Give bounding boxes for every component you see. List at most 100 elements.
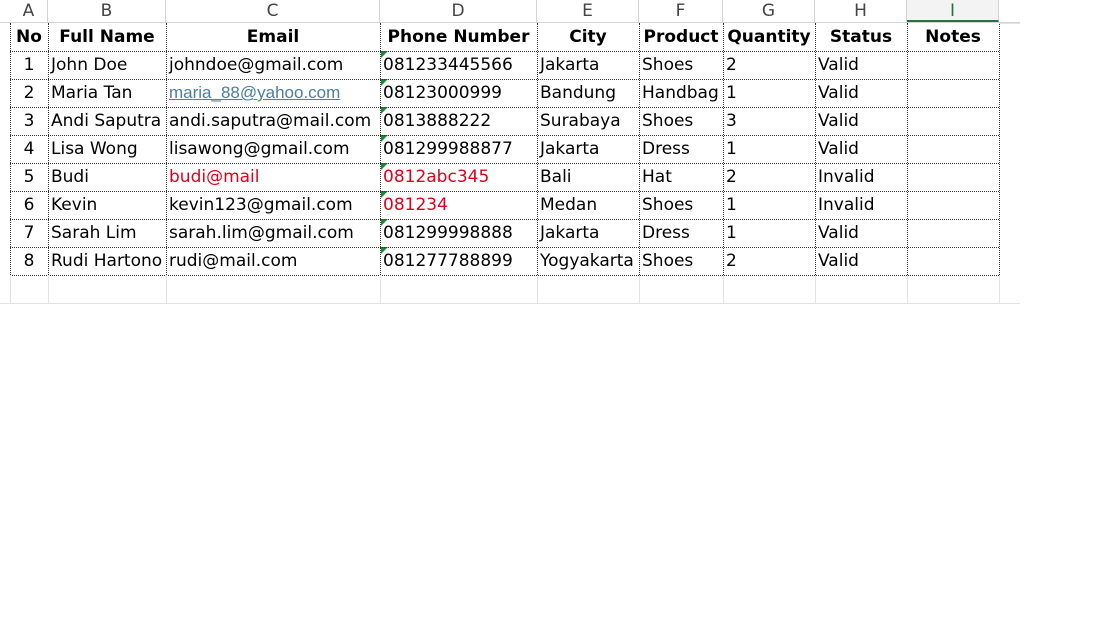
cell-notes[interactable] — [907, 51, 999, 79]
cell-status[interactable]: Valid — [815, 219, 907, 247]
cell-no[interactable]: 5 — [10, 163, 48, 191]
cell-no[interactable]: 6 — [10, 191, 48, 219]
cell-phone[interactable]: 08123000999 — [380, 79, 537, 107]
cell-no[interactable]: 1 — [10, 51, 48, 79]
cell-notes[interactable] — [907, 107, 999, 135]
header-cell-email[interactable]: Email — [166, 23, 380, 51]
cell-qty[interactable]: 1 — [723, 191, 815, 219]
cell-name[interactable]: Lisa Wong — [48, 135, 166, 163]
cell-border-horizontal — [10, 51, 999, 52]
column-header-b[interactable]: B — [48, 0, 166, 22]
cell-no[interactable]: 4 — [10, 135, 48, 163]
cell-email[interactable]: sarah.lim@gmail.com — [166, 219, 380, 247]
cell-name[interactable]: Sarah Lim — [48, 219, 166, 247]
cell-status[interactable]: Valid — [815, 79, 907, 107]
cell-email[interactable]: budi@mail — [166, 163, 380, 191]
cell-city[interactable]: Bandung — [537, 79, 639, 107]
header-cell-no[interactable]: No — [10, 23, 48, 51]
cell-no[interactable]: 8 — [10, 247, 48, 275]
cell-no[interactable]: 7 — [10, 219, 48, 247]
cell-qty[interactable]: 3 — [723, 107, 815, 135]
cell-product[interactable]: Handbag — [639, 79, 723, 107]
cell-city[interactable]: Yogyakarta — [537, 247, 639, 275]
column-header-d[interactable]: D — [380, 0, 537, 22]
cell-city[interactable]: Jakarta — [537, 135, 639, 163]
cell-product[interactable]: Shoes — [639, 107, 723, 135]
cell-product[interactable]: Shoes — [639, 51, 723, 79]
cell-phone[interactable]: 081299998888 — [380, 219, 537, 247]
cell-city[interactable]: Jakarta — [537, 219, 639, 247]
cell-status[interactable]: Invalid — [815, 163, 907, 191]
cell-status[interactable]: Invalid — [815, 191, 907, 219]
header-cell-qty[interactable]: Quantity — [723, 23, 815, 51]
column-header-g[interactable]: G — [723, 0, 815, 22]
cell-qty[interactable]: 1 — [723, 135, 815, 163]
cell-email[interactable]: kevin123@gmail.com — [166, 191, 380, 219]
cell-status[interactable]: Valid — [815, 247, 907, 275]
cell-phone[interactable]: 081233445566 — [380, 51, 537, 79]
number-stored-as-text-indicator — [381, 79, 388, 86]
cell-city[interactable]: Jakarta — [537, 51, 639, 79]
header-cell-phone[interactable]: Phone Number — [380, 23, 537, 51]
column-header-f[interactable]: F — [639, 0, 723, 22]
column-header-e[interactable]: E — [537, 0, 639, 22]
cell-email[interactable]: rudi@mail.com — [166, 247, 380, 275]
cell-email[interactable]: andi.saputra@mail.com — [166, 107, 380, 135]
cell-product[interactable]: Shoes — [639, 247, 723, 275]
cell-status[interactable]: Valid — [815, 107, 907, 135]
cell-qty[interactable]: 2 — [723, 163, 815, 191]
cell-phone[interactable]: 0813888222 — [380, 107, 537, 135]
cell-product[interactable]: Dress — [639, 219, 723, 247]
cell-product[interactable]: Dress — [639, 135, 723, 163]
cell-name[interactable]: Maria Tan — [48, 79, 166, 107]
cell-email[interactable]: johndoe@gmail.com — [166, 51, 380, 79]
gridline-horizontal — [999, 23, 1020, 24]
cell-notes[interactable] — [907, 135, 999, 163]
cell-border-horizontal — [10, 219, 999, 220]
cell-qty[interactable]: 2 — [723, 247, 815, 275]
cell-border-horizontal — [10, 163, 999, 164]
cell-phone[interactable]: 081277788899 — [380, 247, 537, 275]
header-cell-product[interactable]: Product — [639, 23, 723, 51]
row-header-9[interactable]: ) — [0, 272, 4, 300]
cell-name[interactable]: Budi — [48, 163, 166, 191]
cell-city[interactable]: Bali — [537, 163, 639, 191]
cell-phone[interactable]: 0812abc345 — [380, 163, 537, 191]
column-header-h[interactable]: H — [815, 0, 907, 22]
gridline-horizontal — [0, 303, 1020, 304]
cell-no[interactable]: 2 — [10, 79, 48, 107]
cell-phone[interactable]: 081299988877 — [380, 135, 537, 163]
header-cell-status[interactable]: Status — [815, 23, 907, 51]
gridline-vertical — [723, 275, 724, 303]
header-cell-notes[interactable]: Notes — [907, 23, 999, 51]
cell-notes[interactable] — [907, 247, 999, 275]
cell-name[interactable]: John Doe — [48, 51, 166, 79]
cell-product[interactable]: Shoes — [639, 191, 723, 219]
cell-notes[interactable] — [907, 163, 999, 191]
cell-name[interactable]: Rudi Hartono — [48, 247, 166, 275]
cell-product[interactable]: Hat — [639, 163, 723, 191]
cell-name[interactable]: Kevin — [48, 191, 166, 219]
column-header-row: ABCDEFGHI — [0, 0, 1020, 23]
cell-city[interactable]: Surabaya — [537, 107, 639, 135]
column-header-i[interactable]: I — [907, 0, 999, 22]
cell-email[interactable]: lisawong@gmail.com — [166, 135, 380, 163]
cell-notes[interactable] — [907, 79, 999, 107]
cell-qty[interactable]: 2 — [723, 51, 815, 79]
column-header-c[interactable]: C — [166, 0, 380, 22]
cell-qty[interactable]: 1 — [723, 219, 815, 247]
cell-email[interactable]: maria_88@yahoo.com — [166, 79, 380, 107]
cell-status[interactable]: Valid — [815, 51, 907, 79]
cell-status[interactable]: Valid — [815, 135, 907, 163]
cell-phone[interactable]: 081234 — [380, 191, 537, 219]
cell-city[interactable]: Medan — [537, 191, 639, 219]
cell-border-vertical — [48, 23, 49, 275]
column-header-a[interactable]: A — [10, 0, 48, 22]
cell-notes[interactable] — [907, 191, 999, 219]
header-cell-city[interactable]: City — [537, 23, 639, 51]
cell-notes[interactable] — [907, 219, 999, 247]
cell-no[interactable]: 3 — [10, 107, 48, 135]
cell-qty[interactable]: 1 — [723, 79, 815, 107]
cell-name[interactable]: Andi Saputra — [48, 107, 166, 135]
header-cell-name[interactable]: Full Name — [48, 23, 166, 51]
